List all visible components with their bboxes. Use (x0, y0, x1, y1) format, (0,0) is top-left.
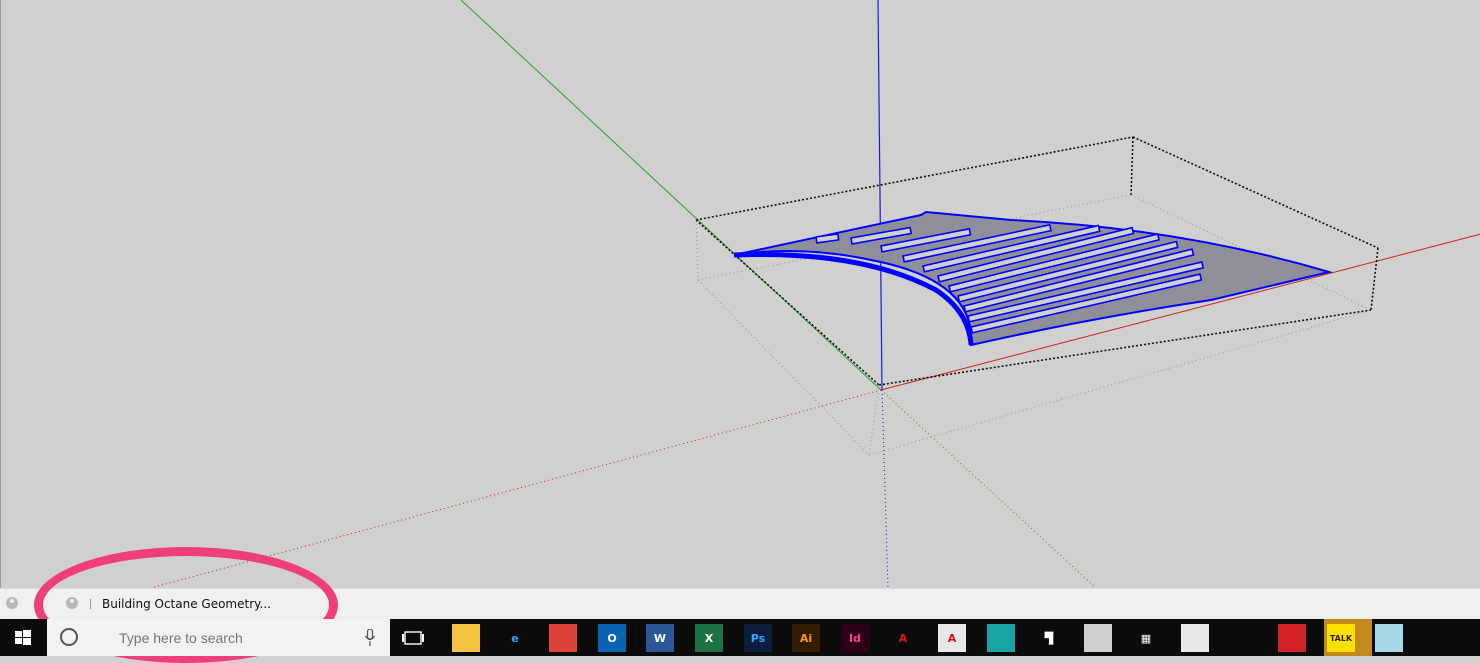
indesign-app-icon[interactable]: Id (841, 624, 869, 652)
geo-location-icon[interactable] (6, 597, 18, 609)
windows-logo-icon (15, 630, 31, 645)
excel-app-icon[interactable]: X (695, 624, 723, 652)
app-icon-14[interactable]: ▜ (1035, 624, 1063, 652)
status-message: Building Octane Geometry... (102, 597, 271, 611)
calculator-app-icon[interactable]: ▦ (1132, 624, 1160, 652)
app-icon-21[interactable] (1375, 624, 1403, 652)
windows-taskbar: e OWX Ps Ai Id AA ▜ ▦ TALK (0, 619, 1480, 656)
photoshop-app-icon[interactable]: Ps (744, 624, 772, 652)
word-app-icon[interactable]: W (646, 624, 674, 652)
kakaotalk-app-icon[interactable]: TALK (1327, 624, 1355, 652)
start-button[interactable] (0, 619, 46, 656)
green-axis-solid (460, 0, 882, 391)
autocad-lt-app-icon[interactable]: A (938, 624, 966, 652)
paint-app-icon[interactable] (1181, 624, 1209, 652)
selected-grille-panel[interactable] (733, 210, 1333, 347)
sketchup-viewport[interactable] (0, 0, 1480, 588)
model-canvas[interactable] (1, 0, 1480, 588)
red-axis-dotted (150, 389, 882, 588)
app-icon-15[interactable] (1084, 624, 1112, 652)
outlook-app-icon[interactable]: O (598, 624, 626, 652)
taskbar-search-box[interactable] (47, 619, 390, 656)
cortana-icon (60, 628, 78, 646)
autocad-app-icon[interactable]: A (889, 624, 917, 652)
task-view-icon[interactable] (400, 626, 428, 650)
blue-axis-solid (877, 0, 883, 391)
3ds-max-app-icon[interactable] (987, 624, 1015, 652)
chrome-app-icon[interactable] (549, 624, 577, 652)
file-explorer-app-icon[interactable] (452, 624, 480, 652)
blue-axis-dotted (881, 389, 889, 588)
sketchup-app-icon[interactable] (1278, 624, 1306, 652)
internet-explorer-app-icon[interactable]: e (501, 624, 529, 652)
acrobat-app-icon[interactable] (1424, 624, 1452, 652)
app-icon-18[interactable] (1230, 624, 1258, 652)
microphone-icon[interactable] (365, 629, 375, 646)
user-account-icon[interactable] (66, 597, 78, 609)
green-axis-dotted (880, 389, 1097, 588)
status-separator (90, 599, 91, 609)
illustrator-app-icon[interactable]: Ai (792, 624, 820, 652)
search-input[interactable] (117, 626, 341, 650)
status-bar: Building Octane Geometry... (0, 588, 1480, 619)
